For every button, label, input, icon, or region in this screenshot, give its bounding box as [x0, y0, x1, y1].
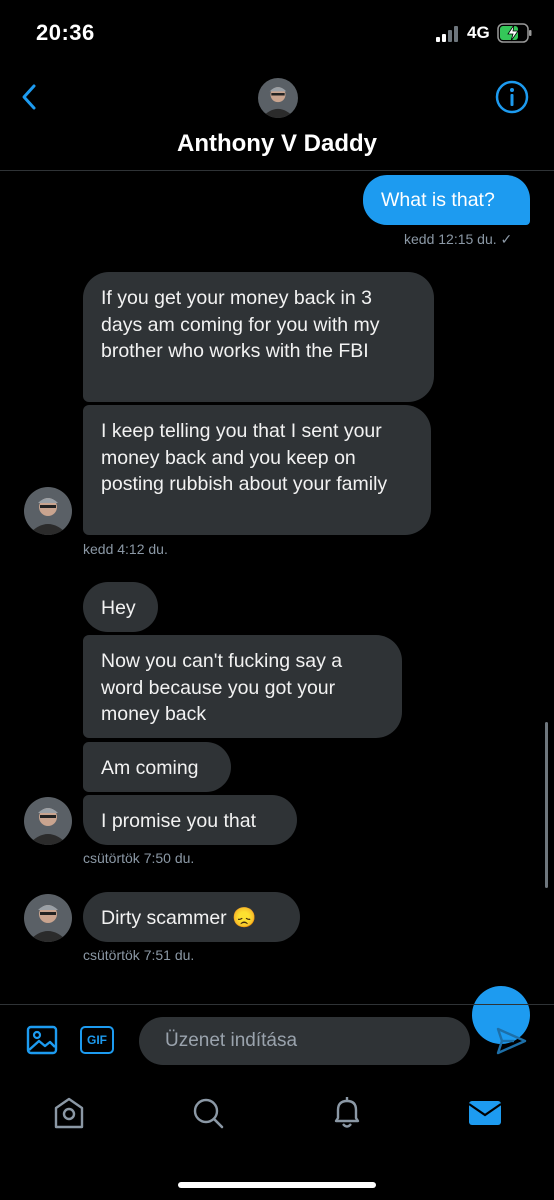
messages-icon[interactable]: [467, 1094, 503, 1132]
send-icon[interactable]: [494, 1024, 528, 1058]
message-bubble-incoming[interactable]: I keep telling you that I sent your mone…: [83, 405, 431, 535]
home-indicator: [178, 1182, 376, 1188]
message-bubble-incoming[interactable]: If you get your money back in 3 days am …: [83, 272, 434, 402]
back-icon[interactable]: [16, 80, 44, 114]
search-icon[interactable]: [190, 1094, 226, 1132]
message-bubble-incoming[interactable]: Hey: [83, 582, 158, 632]
home-icon[interactable]: [51, 1094, 87, 1132]
composer-divider: [0, 1004, 554, 1005]
network-label: 4G: [467, 23, 490, 42]
header-divider: [0, 170, 554, 171]
battery-charging-icon: [497, 23, 532, 43]
image-icon[interactable]: [26, 1024, 58, 1056]
notifications-icon[interactable]: [329, 1094, 365, 1132]
message-bubble-incoming[interactable]: Now you can't fucking say a word because…: [83, 635, 402, 738]
message-bubble-incoming[interactable]: Am coming: [83, 742, 231, 792]
message-timestamp: csütörtök 7:51 du.: [83, 947, 195, 963]
info-icon[interactable]: [495, 80, 529, 114]
scrollbar[interactable]: [545, 722, 548, 888]
avatar[interactable]: [24, 894, 72, 942]
message-bubble-outgoing[interactable]: What is that?: [363, 175, 530, 225]
contact-name[interactable]: Anthony V Daddy: [0, 130, 554, 158]
message-input[interactable]: Üzenet indítása: [139, 1017, 470, 1065]
gif-button[interactable]: GIF: [80, 1026, 114, 1054]
status-time: 20:36: [36, 20, 95, 45]
avatar[interactable]: [258, 78, 298, 118]
signal-icon: [436, 26, 458, 42]
message-bubble-incoming[interactable]: Dirty scammer 😞: [83, 892, 300, 942]
message-timestamp: kedd 4:12 du.: [83, 541, 168, 557]
message-bubble-incoming[interactable]: I promise you that: [83, 795, 297, 845]
avatar[interactable]: [24, 797, 72, 845]
avatar[interactable]: [24, 487, 72, 535]
message-timestamp: kedd 12:15 du. ✓: [404, 231, 513, 247]
message-timestamp: csütörtök 7:50 du.: [83, 850, 195, 866]
